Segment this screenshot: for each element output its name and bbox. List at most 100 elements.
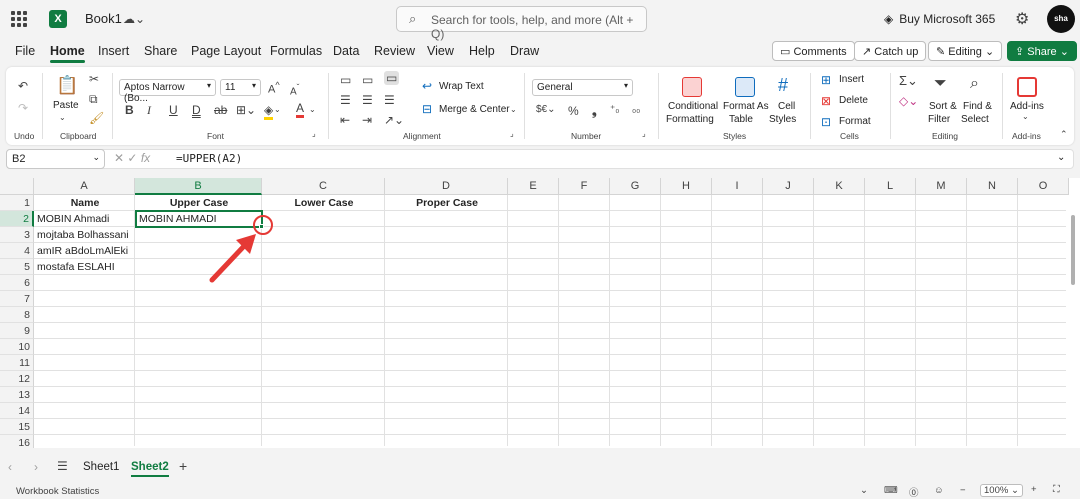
increase-font-icon[interactable]: A^: [268, 80, 280, 96]
undo-icon[interactable]: ↶: [18, 79, 28, 93]
share-button[interactable]: ⇪ Share ⌄: [1007, 41, 1077, 61]
avatar[interactable]: sha: [1047, 5, 1075, 33]
row-header-11[interactable]: 11: [0, 355, 34, 371]
column-header-g[interactable]: G: [610, 178, 661, 195]
find-select-icon[interactable]: ⌕: [970, 75, 979, 93]
row-header-15[interactable]: 15: [0, 419, 34, 435]
row-header-5[interactable]: 5: [0, 259, 34, 275]
formula-input[interactable]: =UPPER(A2): [176, 152, 242, 165]
sort-filter-icon[interactable]: ⏷: [934, 75, 947, 93]
cell-D1[interactable]: Proper Case: [386, 195, 508, 211]
cloud-sync-icon[interactable]: ☁⌄: [123, 12, 145, 26]
decrease-font-icon[interactable]: Aˇ: [290, 82, 299, 97]
row-header-6[interactable]: 6: [0, 275, 34, 291]
row-header-7[interactable]: 7: [0, 291, 34, 307]
chevron-down-icon[interactable]: ⌄: [510, 105, 517, 114]
add-sheet-icon[interactable]: +: [179, 458, 187, 474]
format-cells-icon[interactable]: ⊡: [821, 115, 831, 129]
horizontal-scrollbar[interactable]: [34, 446, 1066, 448]
column-header-b[interactable]: B: [135, 178, 262, 195]
fill-color-icon[interactable]: ◈: [264, 103, 274, 120]
column-header-i[interactable]: I: [712, 178, 763, 195]
conditional-formatting-icon[interactable]: [682, 77, 702, 97]
cell-styles-button[interactable]: Cell: [778, 101, 795, 112]
chevron-down-icon[interactable]: ⌄: [1022, 112, 1029, 121]
insert-cells-button[interactable]: Insert: [839, 74, 864, 85]
column-header-a[interactable]: A: [34, 178, 135, 195]
all-sheets-icon[interactable]: ☰: [57, 459, 68, 473]
buy-microsoft-365-link[interactable]: ◈ Buy Microsoft 365: [884, 12, 995, 26]
paste-icon[interactable]: 📋: [56, 75, 78, 96]
align-left-icon[interactable]: ☰: [340, 93, 351, 107]
tab-data[interactable]: Data: [333, 44, 359, 58]
tab-help[interactable]: Help: [469, 44, 495, 58]
scroll-thumb[interactable]: [1071, 215, 1075, 285]
row-header-16[interactable]: 16: [0, 435, 34, 448]
cell-A1[interactable]: Name: [35, 195, 135, 211]
copy-icon[interactable]: ⧉: [89, 92, 98, 107]
row-header-1[interactable]: 1: [0, 195, 34, 211]
row-header-8[interactable]: 8: [0, 307, 34, 323]
insert-function-icon[interactable]: fx: [141, 151, 150, 165]
underline-icon[interactable]: U: [169, 103, 178, 117]
increase-indent-icon[interactable]: ⇥: [362, 113, 372, 127]
column-header-n[interactable]: N: [967, 178, 1018, 195]
increase-decimal-icon[interactable]: ⁺₀: [610, 104, 619, 115]
number-dialog-launcher-icon[interactable]: ⌟: [642, 129, 646, 138]
format-cells-button[interactable]: Format: [839, 116, 871, 127]
cell-A4[interactable]: amIR aBdoLmAlEki: [35, 243, 135, 259]
zoom-out-icon[interactable]: −: [960, 485, 966, 496]
column-header-c[interactable]: C: [262, 178, 385, 195]
workbook-name[interactable]: Book1: [85, 11, 122, 26]
align-right-icon[interactable]: ☰: [384, 93, 395, 107]
cell-styles-icon[interactable]: #: [778, 75, 788, 96]
number-format-select[interactable]: General ▾: [532, 79, 633, 96]
sort-filter-button[interactable]: Sort &: [929, 101, 957, 112]
merge-center-icon[interactable]: ⊟: [422, 102, 432, 116]
worksheet-grid[interactable]: ABCDEFGHIJKLMNO 1 2 3 4 5 6 7 8 9 10 11 12 13 14 15 16 …: [0, 178, 1080, 448]
italic-icon[interactable]: I: [147, 103, 151, 118]
wrap-text-icon[interactable]: ↩: [422, 79, 432, 93]
paste-button[interactable]: Paste: [53, 100, 79, 111]
clear-icon[interactable]: ◇⌄: [899, 94, 918, 108]
cell-C1[interactable]: Lower Case: [263, 195, 385, 211]
merge-center-button[interactable]: Merge & Center: [439, 104, 510, 115]
insert-cells-icon[interactable]: ⊞: [821, 73, 831, 87]
percent-icon[interactable]: %: [568, 104, 579, 118]
find-select-button[interactable]: Find &: [963, 101, 992, 112]
delete-cells-button[interactable]: Delete: [839, 95, 868, 106]
tab-formulas[interactable]: Formulas: [270, 44, 322, 58]
column-header-e[interactable]: E: [508, 178, 559, 195]
tab-share[interactable]: Share: [144, 44, 177, 58]
align-bottom-icon[interactable]: ▭: [384, 71, 400, 85]
font-size-select[interactable]: 11 ▾: [220, 79, 261, 96]
bold-icon[interactable]: B: [125, 103, 134, 117]
cell-A5[interactable]: mostafa ESLAHI: [35, 259, 135, 275]
vertical-scrollbar[interactable]: [1066, 195, 1080, 448]
row-header-14[interactable]: 14: [0, 403, 34, 419]
column-header-l[interactable]: L: [865, 178, 916, 195]
conditional-formatting-button[interactable]: Conditional: [668, 101, 718, 112]
tab-draw[interactable]: Draw: [510, 44, 539, 58]
chevron-right-icon[interactable]: ›: [34, 460, 38, 474]
align-middle-icon[interactable]: ▭: [362, 73, 373, 87]
delete-cells-icon[interactable]: ⊠: [821, 94, 831, 108]
row-header-9[interactable]: 9: [0, 323, 34, 339]
chevron-down-icon[interactable]: ⌄: [860, 485, 868, 496]
comments-button[interactable]: ▭ Comments: [772, 41, 855, 61]
comma-style-icon[interactable]: ❟: [592, 104, 597, 119]
tab-view[interactable]: View: [427, 44, 454, 58]
orientation-icon[interactable]: ↗⌄: [384, 113, 404, 127]
row-header-3[interactable]: 3: [0, 227, 34, 243]
column-header-m[interactable]: M: [916, 178, 967, 195]
tab-review[interactable]: Review: [374, 44, 415, 58]
collapse-ribbon-icon[interactable]: ⌃: [1060, 129, 1068, 140]
autosum-icon[interactable]: Σ⌄: [899, 73, 918, 89]
select-all-corner[interactable]: [0, 178, 34, 195]
column-header-h[interactable]: H: [661, 178, 712, 195]
tab-file[interactable]: File: [15, 44, 35, 58]
sheet-tab-sheet2[interactable]: Sheet2: [131, 461, 169, 477]
strikethrough-icon[interactable]: ab: [214, 103, 227, 117]
sheet-tab-sheet1[interactable]: Sheet1: [83, 461, 119, 473]
chevron-down-icon[interactable]: ⌄: [59, 113, 66, 122]
